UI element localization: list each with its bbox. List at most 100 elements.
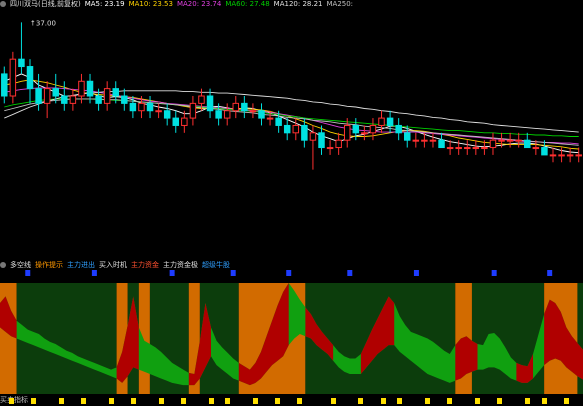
sell-signal-marker [358,398,364,404]
candle [121,88,128,111]
candle [103,81,111,111]
buy-signal-marker [230,270,236,276]
candle [189,96,197,126]
sell-signal-marker [208,398,214,404]
candle [172,110,180,133]
candle [395,118,402,141]
candle [43,81,51,119]
indicator-legend-item: 买入时机 [99,261,127,269]
sell-signal-marker [425,398,430,404]
candle [515,132,522,148]
main-legend: 四川双马(日线,前复权) MA5: 23.19 MA10: 23.53 MA20: 2… [0,0,583,9]
indicator-legend-item: 操作提示 [35,261,63,269]
indicator-legend-item: 超级牛股 [202,261,230,269]
candle [26,59,34,104]
candle [249,103,257,119]
candle [532,140,540,155]
candle [472,140,480,155]
candle [223,103,231,126]
candle [241,96,248,119]
candle [232,96,240,119]
sell-signal-marker [541,398,547,404]
candle [464,140,471,155]
indicator-legend-item: 多空线 [10,261,31,269]
main-legend-item: MA5: 23.19 [84,0,125,8]
candle [69,88,77,111]
sell-signal-marker [58,398,64,404]
candle [369,118,377,141]
sell-signal-marker [158,398,164,404]
sell-signal-marker [330,398,336,404]
sell-signal-marker [297,398,303,404]
buy-signal-marker [547,270,553,276]
indicator-legend: 多空线 操作提示 主力进出 买入时机 主力资金 主力资金极 超级牛股 [0,261,583,270]
bottom-label: 买卖指标 [0,396,28,404]
main-legend-item: MA250: [326,0,354,8]
indicator-legend-item: 主力资金 [131,261,159,269]
candle [412,132,420,148]
main-legend-item: MA120: 28.21 [273,0,323,8]
sell-signal-marker [497,398,503,404]
sell-signal-marker [275,398,281,404]
buy-signal-marker [169,270,175,276]
candle [258,103,265,126]
candle [386,110,394,133]
main-legend-item: MA10: 23.53 [128,0,173,8]
sell-signal-marker [563,398,569,404]
buy-signal-marker [413,270,419,276]
candle [155,103,162,119]
candle [163,103,171,126]
candle [292,118,300,141]
main-legend-item: MA20: 23.74 [176,0,222,8]
buy-signal-marker [286,270,292,276]
sell-signal-marker [380,398,386,404]
candle [61,81,68,111]
candle [524,132,531,149]
sell-signal-marker [225,398,231,404]
main-legend-item: 四川双马(日线,前复权) [10,0,81,8]
candle [206,88,214,119]
candle [9,51,17,104]
candle [326,140,334,155]
candle [429,132,437,148]
sell-signal-marker [108,398,114,404]
candlestick-chart: ↑37.00 [1,19,582,170]
sell-signal-marker [252,398,258,404]
main-legend-item: MA60: 27.48 [225,0,270,8]
candle [343,118,351,148]
candle [283,118,291,141]
sell-signal-marker [130,398,136,404]
sell-signal-marker [30,398,36,404]
sell-signal-marker [397,398,403,404]
sell-signal-marker [180,398,186,404]
candle [1,66,8,104]
sell-signal-marker [8,398,14,404]
indicator-chart [0,270,583,394]
candle [575,147,582,163]
candle [489,132,497,155]
candle [146,96,154,119]
sell-signal-marker [525,398,530,404]
buy-signal-marker [347,270,353,276]
indicator-legend-item: 主力资金极 [163,261,198,269]
sell-signal-marker [475,398,480,404]
candle [335,132,342,155]
sell-signal-marker [80,398,86,404]
bottom-bar: 买卖指标 [0,396,583,405]
main-settings-icon[interactable] [0,1,6,7]
candle [361,125,368,141]
candle [549,147,557,163]
max-price-label: ↑37.00 [30,19,56,27]
candle [566,147,574,163]
candle [318,125,325,155]
indicator-legend-item: 主力进出 [67,261,95,269]
sell-signal-marker [447,398,453,404]
candle [18,22,25,74]
buy-signal-marker [91,270,97,276]
candle [506,132,514,148]
candle [309,125,317,170]
indicator-settings-icon[interactable] [0,262,6,268]
zone-band-orange [0,283,17,394]
buy-signal-marker [491,270,497,276]
buy-signal-marker [25,270,31,276]
